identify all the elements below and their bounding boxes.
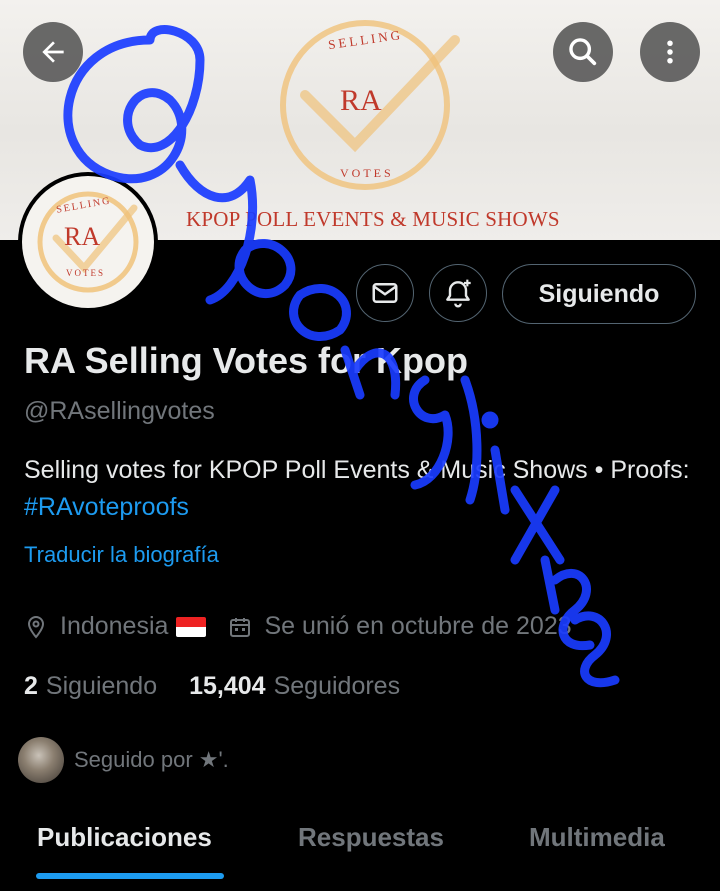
active-tab-indicator [36, 873, 224, 879]
follow-counts: 2 Siguiendo 15,404 Seguidores [24, 672, 432, 701]
followed-by-row[interactable]: Seguido por ★'. [18, 737, 229, 783]
profile-bio: Selling votes for KPOP Poll Events & Mus… [24, 452, 694, 526]
bell-plus-icon [446, 279, 471, 308]
calendar-icon [230, 617, 251, 637]
tab-publicaciones[interactable]: Publicaciones [37, 822, 212, 853]
banner-tagline: KPOP POLL EVENTS & MUSIC SHOWS [186, 207, 560, 231]
mail-icon [372, 283, 398, 303]
notifications-button[interactable] [429, 264, 487, 322]
profile-handle: @RAsellingvotes [24, 397, 215, 425]
back-button[interactable] [23, 22, 83, 82]
followers-label: Seguidores [273, 672, 401, 700]
following-count: 2 [24, 672, 38, 700]
location-pin-icon [27, 615, 45, 639]
profile-avatar[interactable]: SELLING RA VOTES [18, 172, 158, 312]
profile-name: RA Selling Votes for Kpop [24, 340, 469, 381]
profile-meta: Indonesia Se unió en octubre de 2023 [24, 612, 594, 641]
profile-tabs: Publicaciones Respuestas Multimedia [0, 812, 720, 891]
search-icon [569, 38, 597, 66]
joined-item: Se unió en octubre de 2023 [228, 612, 572, 641]
followers-count-link[interactable]: 15,404 Seguidores [189, 672, 400, 701]
search-button[interactable] [553, 22, 613, 82]
tab-respuestas[interactable]: Respuestas [298, 822, 444, 853]
message-button[interactable] [356, 264, 414, 322]
followers-count: 15,404 [189, 672, 266, 700]
followed-by-text: Seguido por ★'. [74, 747, 229, 772]
tab-multimedia[interactable]: Multimedia [529, 822, 665, 853]
avatar-bottom-text: VOTES [66, 268, 105, 278]
follower-avatar [18, 737, 64, 783]
banner-logo-bottom-text: VOTES [340, 166, 394, 180]
avatar-center-text: RA [64, 222, 101, 251]
location-item: Indonesia [24, 612, 207, 641]
banner-logo-center-text: RA [340, 84, 382, 117]
more-vertical-icon [667, 40, 673, 64]
location-text: Indonesia [60, 612, 169, 640]
following-label: Siguiendo [45, 672, 158, 700]
avatar-logo: SELLING RA VOTES [22, 176, 154, 308]
bio-text: Selling votes for KPOP Poll Events & Mus… [24, 456, 690, 484]
indonesia-flag-icon [176, 616, 207, 637]
arrow-left-icon [42, 41, 64, 63]
joined-text: Se unió en octubre de 2023 [264, 612, 572, 640]
translate-bio-link[interactable]: Traducir la biografía [24, 542, 219, 568]
following-count-link[interactable]: 2 Siguiendo [24, 672, 157, 701]
more-options-button[interactable] [640, 22, 700, 82]
following-button[interactable]: Siguiendo [502, 264, 696, 324]
bio-hashtag-link[interactable]: #RAvoteproofs [24, 493, 189, 521]
